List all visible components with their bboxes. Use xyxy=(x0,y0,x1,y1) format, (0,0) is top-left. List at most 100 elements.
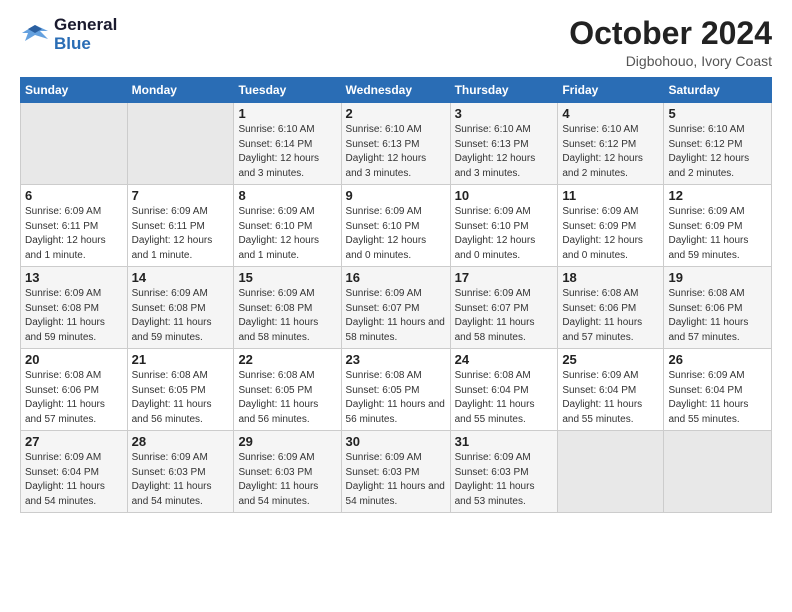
day-number: 8 xyxy=(238,188,336,203)
day-info: Sunrise: 6:08 AM Sunset: 6:04 PM Dayligh… xyxy=(455,369,554,427)
day-info: Sunrise: 6:09 AM Sunset: 6:11 PM Dayligh… xyxy=(132,205,230,263)
day-number: 28 xyxy=(132,434,230,449)
calendar-week-1: 1Sunrise: 6:10 AM Sunset: 6:14 PM Daylig… xyxy=(21,103,772,185)
location: Digbohouo, Ivory Coast xyxy=(569,53,772,69)
day-number: 5 xyxy=(668,106,767,121)
weekday-header-monday: Monday xyxy=(127,78,234,103)
page-container: General Blue October 2024 Digbohouo, Ivo… xyxy=(0,0,792,523)
calendar-cell: 28 Sunrise: 6:09 AM Sunset: 6:03 PM Dayli… xyxy=(127,431,234,513)
weekday-header-sunday: Sunday xyxy=(21,78,128,103)
day-info: Sunrise: 6:08 AM Sunset: 6:06 PM Dayligh… xyxy=(562,287,659,345)
calendar-cell: 25 Sunrise: 6:09 AM Sunset: 6:04 PM Dayli… xyxy=(558,349,664,431)
calendar-cell: 3 Sunrise: 6:10 AM Sunset: 6:13 PM Daylig… xyxy=(450,103,558,185)
calendar-cell xyxy=(127,103,234,185)
logo-icon xyxy=(20,21,50,49)
day-info: Sunrise: 6:09 AM Sunset: 6:03 PM Dayligh… xyxy=(238,451,336,509)
month-title: October 2024 xyxy=(569,16,772,51)
weekday-header-wednesday: Wednesday xyxy=(341,78,450,103)
day-number: 11 xyxy=(562,188,659,203)
weekday-header-saturday: Saturday xyxy=(664,78,772,103)
calendar-cell: 30 Sunrise: 6:09 AM Sunset: 6:03 PM Dayli… xyxy=(341,431,450,513)
calendar-cell: 6 Sunrise: 6:09 AM Sunset: 6:11 PM Daylig… xyxy=(21,185,128,267)
day-info: Sunrise: 6:09 AM Sunset: 6:11 PM Dayligh… xyxy=(25,205,123,263)
day-info: Sunrise: 6:09 AM Sunset: 6:10 PM Dayligh… xyxy=(455,205,554,263)
day-info: Sunrise: 6:10 AM Sunset: 6:12 PM Dayligh… xyxy=(668,123,767,181)
day-number: 14 xyxy=(132,270,230,285)
day-number: 18 xyxy=(562,270,659,285)
day-number: 13 xyxy=(25,270,123,285)
day-number: 15 xyxy=(238,270,336,285)
logo: General Blue xyxy=(20,16,117,53)
day-info: Sunrise: 6:09 AM Sunset: 6:04 PM Dayligh… xyxy=(25,451,123,509)
calendar-cell: 11Sunrise: 6:09 AM Sunset: 6:09 PM Dayli… xyxy=(558,185,664,267)
header: General Blue October 2024 Digbohouo, Ivo… xyxy=(20,16,772,69)
day-number: 9 xyxy=(346,188,446,203)
day-number: 7 xyxy=(132,188,230,203)
day-number: 20 xyxy=(25,352,123,367)
calendar-cell: 9Sunrise: 6:09 AM Sunset: 6:10 PM Daylig… xyxy=(341,185,450,267)
day-number: 24 xyxy=(455,352,554,367)
day-info: Sunrise: 6:09 AM Sunset: 6:04 PM Dayligh… xyxy=(562,369,659,427)
calendar-cell: 13 Sunrise: 6:09 AM Sunset: 6:08 PM Dayli… xyxy=(21,267,128,349)
calendar-cell: 4Sunrise: 6:10 AM Sunset: 6:12 PM Daylig… xyxy=(558,103,664,185)
day-number: 6 xyxy=(25,188,123,203)
calendar-cell xyxy=(21,103,128,185)
day-info: Sunrise: 6:09 AM Sunset: 6:10 PM Dayligh… xyxy=(238,205,336,263)
calendar-cell xyxy=(558,431,664,513)
calendar-cell: 19 Sunrise: 6:08 AM Sunset: 6:06 PM Dayli… xyxy=(664,267,772,349)
calendar-cell: 29 Sunrise: 6:09 AM Sunset: 6:03 PM Dayli… xyxy=(234,431,341,513)
calendar-cell: 21Sunrise: 6:08 AM Sunset: 6:05 PM Dayli… xyxy=(127,349,234,431)
calendar-cell xyxy=(664,431,772,513)
calendar-cell: 26 Sunrise: 6:09 AM Sunset: 6:04 PM Dayli… xyxy=(664,349,772,431)
calendar-cell: 12Sunrise: 6:09 AM Sunset: 6:09 PM Dayli… xyxy=(664,185,772,267)
day-info: Sunrise: 6:10 AM Sunset: 6:14 PM Dayligh… xyxy=(238,123,336,181)
calendar-cell: 18 Sunrise: 6:08 AM Sunset: 6:06 PM Dayli… xyxy=(558,267,664,349)
calendar-week-3: 13 Sunrise: 6:09 AM Sunset: 6:08 PM Dayli… xyxy=(21,267,772,349)
calendar-table: SundayMondayTuesdayWednesdayThursdayFrid… xyxy=(20,77,772,513)
logo-text: General Blue xyxy=(54,16,117,53)
calendar-cell: 2Sunrise: 6:10 AM Sunset: 6:13 PM Daylig… xyxy=(341,103,450,185)
day-info: Sunrise: 6:09 AM Sunset: 6:08 PM Dayligh… xyxy=(132,287,230,345)
calendar-week-2: 6 Sunrise: 6:09 AM Sunset: 6:11 PM Daylig… xyxy=(21,185,772,267)
day-number: 19 xyxy=(668,270,767,285)
calendar-cell: 5 Sunrise: 6:10 AM Sunset: 6:12 PM Daylig… xyxy=(664,103,772,185)
day-number: 25 xyxy=(562,352,659,367)
calendar-cell: 10 Sunrise: 6:09 AM Sunset: 6:10 PM Dayli… xyxy=(450,185,558,267)
calendar-header-row: SundayMondayTuesdayWednesdayThursdayFrid… xyxy=(21,78,772,103)
day-number: 12 xyxy=(668,188,767,203)
calendar-cell: 16Sunrise: 6:09 AM Sunset: 6:07 PM Dayli… xyxy=(341,267,450,349)
day-info: Sunrise: 6:09 AM Sunset: 6:03 PM Dayligh… xyxy=(455,451,554,509)
day-number: 17 xyxy=(455,270,554,285)
day-number: 29 xyxy=(238,434,336,449)
day-info: Sunrise: 6:09 AM Sunset: 6:07 PM Dayligh… xyxy=(346,287,446,345)
day-info: Sunrise: 6:09 AM Sunset: 6:04 PM Dayligh… xyxy=(668,369,767,427)
calendar-cell: 23 Sunrise: 6:08 AM Sunset: 6:05 PM Dayli… xyxy=(341,349,450,431)
day-info: Sunrise: 6:08 AM Sunset: 6:06 PM Dayligh… xyxy=(668,287,767,345)
day-info: Sunrise: 6:08 AM Sunset: 6:05 PM Dayligh… xyxy=(346,369,446,427)
weekday-header-friday: Friday xyxy=(558,78,664,103)
day-number: 21 xyxy=(132,352,230,367)
day-info: Sunrise: 6:08 AM Sunset: 6:06 PM Dayligh… xyxy=(25,369,123,427)
day-info: Sunrise: 6:09 AM Sunset: 6:08 PM Dayligh… xyxy=(25,287,123,345)
day-info: Sunrise: 6:10 AM Sunset: 6:13 PM Dayligh… xyxy=(455,123,554,181)
weekday-header-tuesday: Tuesday xyxy=(234,78,341,103)
calendar-week-5: 27Sunrise: 6:09 AM Sunset: 6:04 PM Dayli… xyxy=(21,431,772,513)
day-number: 4 xyxy=(562,106,659,121)
calendar-cell: 24 Sunrise: 6:08 AM Sunset: 6:04 PM Dayli… xyxy=(450,349,558,431)
calendar-cell: 14 Sunrise: 6:09 AM Sunset: 6:08 PM Dayli… xyxy=(127,267,234,349)
day-info: Sunrise: 6:09 AM Sunset: 6:03 PM Dayligh… xyxy=(132,451,230,509)
day-info: Sunrise: 6:09 AM Sunset: 6:03 PM Dayligh… xyxy=(346,451,446,509)
title-block: October 2024 Digbohouo, Ivory Coast xyxy=(569,16,772,69)
day-number: 3 xyxy=(455,106,554,121)
day-number: 26 xyxy=(668,352,767,367)
day-number: 30 xyxy=(346,434,446,449)
day-info: Sunrise: 6:10 AM Sunset: 6:13 PM Dayligh… xyxy=(346,123,446,181)
calendar-cell: 7 Sunrise: 6:09 AM Sunset: 6:11 PM Daylig… xyxy=(127,185,234,267)
weekday-header-thursday: Thursday xyxy=(450,78,558,103)
calendar-cell: 31Sunrise: 6:09 AM Sunset: 6:03 PM Dayli… xyxy=(450,431,558,513)
day-number: 23 xyxy=(346,352,446,367)
calendar-week-4: 20 Sunrise: 6:08 AM Sunset: 6:06 PM Dayli… xyxy=(21,349,772,431)
day-number: 10 xyxy=(455,188,554,203)
day-info: Sunrise: 6:09 AM Sunset: 6:07 PM Dayligh… xyxy=(455,287,554,345)
calendar-cell: 15Sunrise: 6:09 AM Sunset: 6:08 PM Dayli… xyxy=(234,267,341,349)
